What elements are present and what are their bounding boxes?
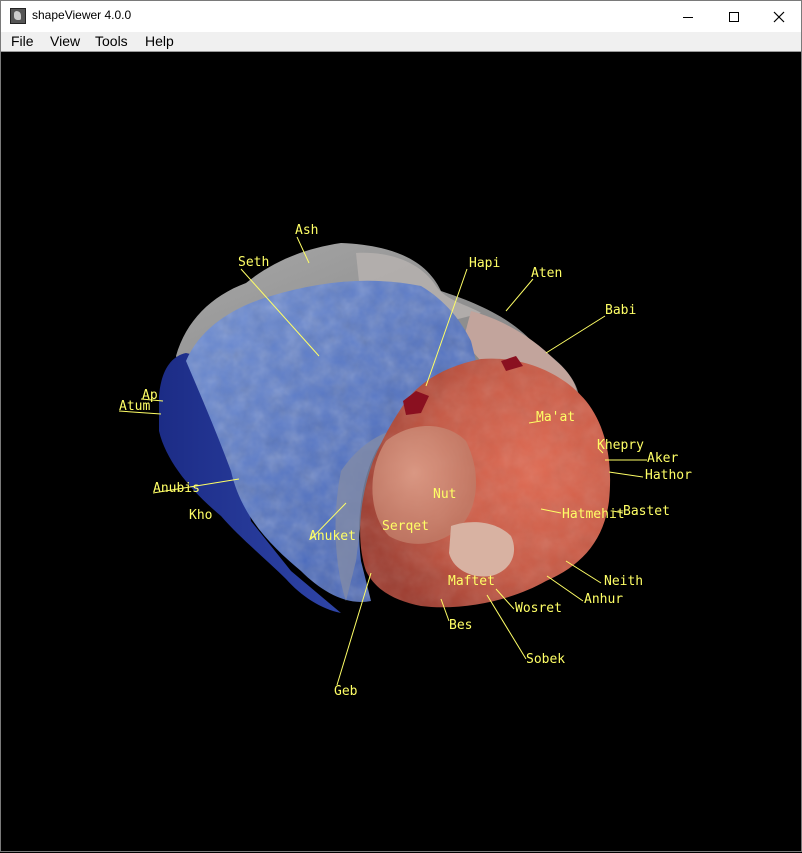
label-serqet: Serqet <box>382 519 429 534</box>
label-anubis: Anubis <box>153 481 200 496</box>
label-bes: Bes <box>449 618 472 633</box>
label-ash: Ash <box>295 223 318 238</box>
label-aten: Aten <box>531 266 562 281</box>
label-anhur: Anhur <box>584 592 623 607</box>
label-maftet: Maftet <box>448 574 495 589</box>
app-window: shapeViewer 4.0.0 File View Tools Help A… <box>0 0 802 852</box>
label-hathor: Hathor <box>645 468 692 483</box>
label-seth: Seth <box>238 255 269 270</box>
3d-viewport[interactable]: Ash Seth Hapi Aten Babi Ap Atum Ma'at Kh… <box>2 52 801 851</box>
label-maat: Ma'at <box>536 410 575 425</box>
label-geb: Geb <box>334 684 358 699</box>
label-wosret: Wosret <box>515 601 562 616</box>
label-atum: Atum <box>119 399 150 414</box>
label-bastet: Bastet <box>623 504 670 519</box>
label-hapi: Hapi <box>469 256 500 271</box>
label-khonsu: Kho <box>189 508 212 523</box>
label-hatmehit: Hatmehit <box>562 507 625 522</box>
label-neith: Neith <box>604 574 643 589</box>
label-babi: Babi <box>605 303 636 318</box>
label-sobek: Sobek <box>526 652 565 667</box>
label-khepry: Khepry <box>597 438 644 453</box>
label-anuket: Anuket <box>309 529 356 544</box>
label-aker: Aker <box>647 451 678 466</box>
label-nut: Nut <box>433 487 456 502</box>
comet-render: Ash Seth Hapi Aten Babi Ap Atum Ma'at Kh… <box>118 223 692 699</box>
